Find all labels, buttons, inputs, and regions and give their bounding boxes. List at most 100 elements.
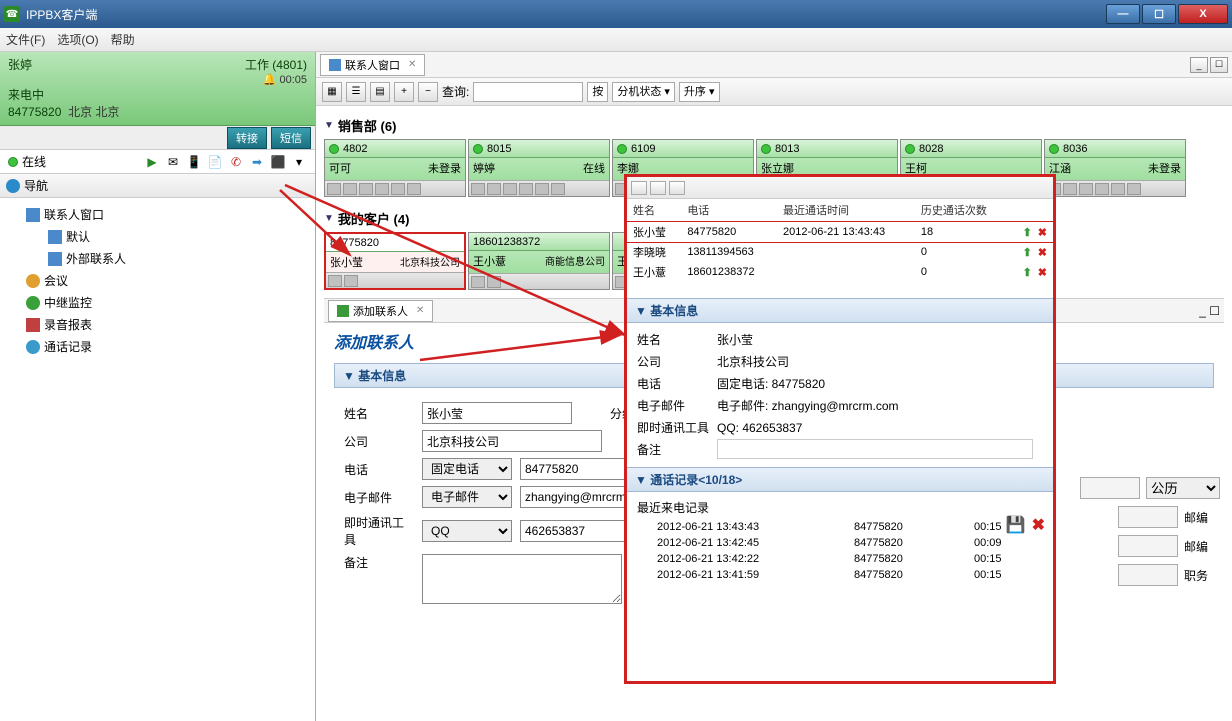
company-input[interactable] [422,430,602,452]
popup-basic-info-head[interactable]: ▼ 基本信息 [627,298,1053,323]
sort-dir-select[interactable]: 升序 ▾ [679,82,720,102]
email-label: 电子邮件 [334,489,414,506]
title-label: 职务 [1184,567,1220,584]
tab-close-icon[interactable]: ✕ [408,59,416,70]
popup-table-row[interactable]: 李晓晓138113945630⬆✖ [627,242,1053,262]
record-icon[interactable]: ⬛ [270,154,286,170]
extra-input-4[interactable] [1118,564,1178,586]
company-label: 公司 [334,433,414,450]
user-name: 张婷 [8,56,32,73]
extra-input-2[interactable] [1118,506,1178,528]
zip2-label: 邮编 [1184,538,1220,555]
query-label: 查询: [442,83,469,100]
extra-input-1[interactable] [1080,477,1140,499]
pane-min-button[interactable]: _ [1199,304,1206,318]
nav-meeting[interactable]: 会议 [8,270,307,292]
add-icon[interactable]: + [394,82,414,102]
globe-icon [6,179,20,193]
popup-table-row[interactable]: 张小莹847758202012-06-21 13:43:4318⬆✖ [627,222,1053,243]
tab-row: 联系人窗口 ✕ _ ☐ [316,52,1232,78]
status-text: 在线 [22,153,46,170]
incoming-number: 84775820 [8,105,61,119]
maximize-button[interactable]: ☐ [1142,4,1176,24]
popup-remark-box [717,439,1033,459]
menu-file[interactable]: 文件(F) [6,31,45,48]
recent-calls-header: 最近来电记录 [637,496,1043,519]
extra-right-panel: 公历 邮编 邮编 职务 [1080,470,1220,593]
save-icon[interactable]: 💾 [1006,515,1026,535]
status-dot-icon [8,157,18,167]
remove-icon[interactable]: − [418,82,438,102]
nav-title: 导航 [24,177,48,194]
minimize-button[interactable]: — [1106,4,1140,24]
im-label: 即时通讯工具 [334,514,414,548]
zip-label: 邮编 [1184,509,1220,526]
popup-toolbar [627,177,1053,199]
name-label: 姓名 [334,405,414,422]
contact-detail-popup: 姓名 电话 最近通话时间 历史通话次数 张小莹847758202012-06-2… [624,174,1056,684]
phone-type-select[interactable]: 固定电话 [422,458,512,480]
nav-header: 导航 [0,174,315,198]
th-phone: 电话 [681,199,777,222]
window-titlebar: ☎ IPPBX客户端 — ☐ X [0,0,1232,28]
popup-view2-icon[interactable] [650,181,666,195]
incoming-label: 来电中 [8,86,307,103]
extension-card[interactable]: 8036 江涵未登录 [1044,139,1186,197]
popup-contacts-table: 姓名 电话 最近通话时间 历史通话次数 张小莹847758202012-06-2… [627,199,1053,282]
calllog-row: 2012-06-21 13:41:598477582000:15 [637,567,1043,583]
nav-recording[interactable]: 录音报表 [8,314,307,336]
nav-default[interactable]: 默认 [8,226,307,248]
email-type-select[interactable]: 电子邮件 [422,486,512,508]
remark-input[interactable] [422,554,622,604]
popup-calllog-head[interactable]: ▼ 通话记录<10/18> [627,467,1053,492]
dropdown-icon[interactable]: ▾ [291,154,307,170]
calendar-select[interactable]: 公历 [1146,477,1220,499]
menu-help[interactable]: 帮助 [111,31,135,48]
nav-contacts-window[interactable]: 联系人窗口 [8,204,307,226]
view-grid-icon[interactable]: ▤ [370,82,390,102]
query-input[interactable] [473,82,583,102]
popup-table-row[interactable]: 王小薏186012383720⬆✖ [627,262,1053,282]
menu-bar: 文件(F) 选项(O) 帮助 [0,28,1232,52]
popup-calllog: 最近来电记录 2012-06-21 13:43:438477582000:152… [627,492,1053,587]
tab-icon [329,59,341,71]
nav-relay[interactable]: 中继监控 [8,292,307,314]
popup-view3-icon[interactable] [669,181,685,195]
nav-external[interactable]: 外部联系人 [8,248,307,270]
remark-label: 备注 [334,554,414,571]
nav-calllog[interactable]: 通话记录 [8,336,307,358]
view-list-icon[interactable]: ☰ [346,82,366,102]
sms-button[interactable]: 短信 [271,127,311,149]
left-sidebar: 张婷 工作 (4801) 🔔 00:05 来电中 84775820 北京 北京 … [0,52,316,721]
phone-input[interactable] [520,458,640,480]
close-button[interactable]: X [1178,4,1228,24]
phone-icon[interactable]: 📱 [186,154,202,170]
app-icon: ☎ [4,6,20,22]
name-input[interactable] [422,402,572,424]
group-sales[interactable]: ▼销售部 (6) [324,112,1224,139]
im-type-select[interactable]: QQ [422,520,512,542]
forward-icon[interactable]: ➡ [249,154,265,170]
play-icon[interactable]: ▶ [144,154,160,170]
delete-icon[interactable]: ✖ [1032,515,1045,535]
extra-input-3[interactable] [1118,535,1178,557]
transfer-button[interactable]: 转接 [227,127,267,149]
status-bar: 在线 ▶ ✉ 📱 📄 ✆ ➡ ⬛ ▾ [0,150,315,174]
tab-contacts[interactable]: 联系人窗口 ✕ [320,54,425,76]
handset-icon[interactable]: ✆ [228,154,244,170]
mail-icon[interactable]: ✉ [165,154,181,170]
search-button[interactable]: 按 [587,82,608,102]
incoming-location: 北京 北京 [68,105,119,119]
contacts-toolbar: ▦ ☰ ▤ + − 查询: 按 分机状态 ▾ 升序 ▾ [316,78,1232,106]
th-count: 历史通话次数 [915,199,1009,222]
call-timer: 00:05 [279,74,307,86]
pane-min-button[interactable]: _ [1190,57,1208,73]
pane-max-button[interactable]: ☐ [1209,304,1220,318]
sort-field-select[interactable]: 分机状态 ▾ [612,82,675,102]
view-tile-icon[interactable]: ▦ [322,82,342,102]
th-last: 最近通话时间 [777,199,915,222]
pane-max-button[interactable]: ☐ [1210,57,1228,73]
menu-options[interactable]: 选项(O) [57,31,98,48]
calllog-row: 2012-06-21 13:42:228477582000:15 [637,551,1043,567]
note-icon[interactable]: 📄 [207,154,223,170]
